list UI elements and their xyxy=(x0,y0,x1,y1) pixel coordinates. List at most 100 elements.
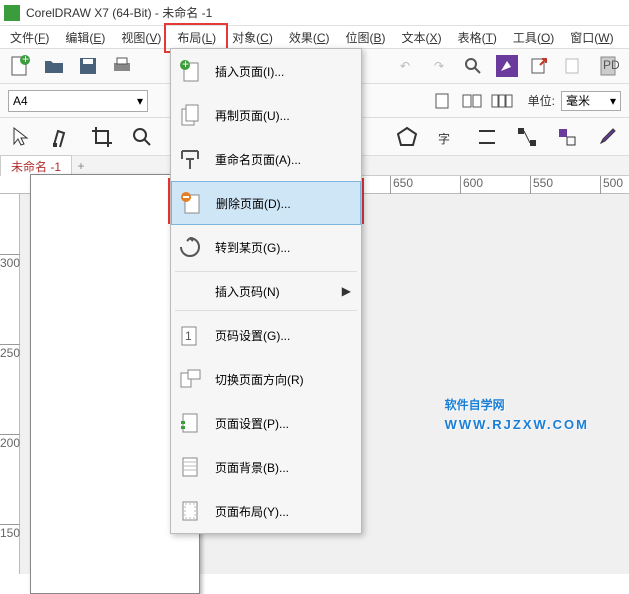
page-plus-icon: + xyxy=(177,58,203,84)
menu-rename-page[interactable]: 重命名页面(A)... xyxy=(171,137,361,181)
ruler-tick: 550 xyxy=(530,176,553,194)
page-goto-icon xyxy=(177,234,203,260)
window-title: CorelDRAW X7 (64-Bit) - 未命名 -1 xyxy=(26,4,212,21)
units-label: 单位: xyxy=(528,92,555,109)
chevron-down-icon: ▾ xyxy=(610,94,616,108)
menu-item-label: 插入页面(I)... xyxy=(215,63,284,80)
watermark-sub: WWW.RJZXW.COM xyxy=(445,417,589,432)
ruler-tick: 200 xyxy=(0,434,20,450)
menu-item-label: 删除页面(D)... xyxy=(216,195,291,212)
new-doc-icon[interactable]: + xyxy=(8,54,32,78)
svg-text:字: 字 xyxy=(438,131,450,146)
menu-page-layout[interactable]: 页面布局(Y)... xyxy=(171,489,361,533)
export-icon[interactable] xyxy=(563,54,587,78)
page-orient-icon xyxy=(177,366,203,392)
menu-edit[interactable]: 编辑(E) xyxy=(57,26,113,48)
menu-view[interactable]: 视图(V) xyxy=(113,26,169,48)
menu-effect[interactable]: 效果(C) xyxy=(281,26,338,48)
menu-insert-page-number[interactable]: 插入页码(N) ▶ xyxy=(171,274,361,308)
page-multi-icon[interactable] xyxy=(460,89,484,113)
menu-tools[interactable]: 工具(O) xyxy=(505,26,562,48)
svg-text:+: + xyxy=(182,59,189,71)
menu-layout[interactable]: 布局(L) xyxy=(169,26,224,48)
svg-text:1: 1 xyxy=(185,329,192,343)
menu-table[interactable]: 表格(T) xyxy=(450,26,505,48)
menu-duplicate-page[interactable]: 再制页面(U)... xyxy=(171,93,361,137)
zoom-tool-icon[interactable] xyxy=(128,123,156,151)
submenu-arrow-icon: ▶ xyxy=(342,284,351,298)
open-icon[interactable] xyxy=(42,54,66,78)
menu-switch-orientation[interactable]: 切换页面方向(R) xyxy=(171,357,361,401)
pick-tool-icon[interactable] xyxy=(8,123,36,151)
menu-bitmap[interactable]: 位图(B) xyxy=(338,26,394,48)
menu-item-label: 切换页面方向(R) xyxy=(215,371,304,388)
crop-tool-icon[interactable] xyxy=(88,123,116,151)
menu-insert-page[interactable]: + 插入页面(I)... xyxy=(171,49,361,93)
eyedropper-tool-icon[interactable] xyxy=(593,123,621,151)
menu-text[interactable]: 文本(X) xyxy=(394,26,450,48)
app-logo-icon xyxy=(4,5,20,21)
vertical-ruler: 300 250 200 150 xyxy=(0,194,20,574)
ruler-tick: 300 xyxy=(0,254,20,270)
shape-tool-icon[interactable] xyxy=(48,123,76,151)
ruler-tick: 250 xyxy=(0,344,20,360)
text-tool-icon[interactable]: 字 xyxy=(433,123,461,151)
page-facing-icon[interactable] xyxy=(490,89,514,113)
redo-icon[interactable]: ↷ xyxy=(427,54,451,78)
page-layout-icon xyxy=(177,498,203,524)
svg-text:+: + xyxy=(22,55,29,66)
menu-delete-page[interactable]: 删除页面(D)... xyxy=(171,181,361,225)
watermark-main: 软件自学网 xyxy=(445,398,505,412)
title-bar: CorelDRAW X7 (64-Bit) - 未命名 -1 xyxy=(0,0,629,26)
pdf-icon[interactable]: PDF xyxy=(597,54,621,78)
interactive-tool-icon[interactable] xyxy=(553,123,581,151)
page-num-icon: 1 xyxy=(177,322,203,348)
menu-item-label: 页码设置(G)... xyxy=(215,327,290,344)
menu-goto-page[interactable]: 转到某页(G)... xyxy=(171,225,361,269)
connector-tool-icon[interactable] xyxy=(513,123,541,151)
menu-file[interactable]: 文件(F) xyxy=(2,26,57,48)
menu-page-setup[interactable]: 页面设置(P)... xyxy=(171,401,361,445)
polygon-tool-icon[interactable] xyxy=(393,123,421,151)
menu-page-background[interactable]: 页面背景(B)... xyxy=(171,445,361,489)
menu-item-label: 再制页面(U)... xyxy=(215,107,290,124)
units-value: 毫米 xyxy=(566,92,590,109)
paper-size-select[interactable]: A4 ▾ xyxy=(8,90,148,112)
page-setup-icon xyxy=(177,410,203,436)
page-bg-icon xyxy=(177,454,203,480)
ruler-tick: 150 xyxy=(0,524,20,540)
search-icon[interactable] xyxy=(461,54,485,78)
page-delete-icon xyxy=(178,190,204,216)
menu-object[interactable]: 对象(C) xyxy=(224,26,281,48)
menu-separator xyxy=(175,271,357,272)
menu-bar: 文件(F) 编辑(E) 视图(V) 布局(L) 对象(C) 效果(C) 位图(B… xyxy=(0,26,629,48)
parallel-dim-icon[interactable] xyxy=(473,123,501,151)
units-select[interactable]: 毫米 ▾ xyxy=(561,91,621,111)
ruler-tick: 500 xyxy=(600,176,623,194)
menu-page-number-settings[interactable]: 1 页码设置(G)... xyxy=(171,313,361,357)
menu-separator xyxy=(175,310,357,311)
menu-item-label: 插入页码(N) xyxy=(215,283,280,300)
menu-item-label: 转到某页(G)... xyxy=(215,239,290,256)
ruler-tick: 600 xyxy=(460,176,483,194)
page-dup-icon xyxy=(177,102,203,128)
menu-item-label: 重命名页面(A)... xyxy=(215,151,301,168)
page-single-icon[interactable] xyxy=(430,89,454,113)
svg-text:PDF: PDF xyxy=(603,58,620,72)
ruler-tick: 650 xyxy=(390,176,413,194)
import-icon[interactable] xyxy=(529,54,553,78)
layout-menu-dropdown: + 插入页面(I)... 再制页面(U)... 重命名页面(A)... 删除页面… xyxy=(170,48,362,534)
chevron-down-icon: ▾ xyxy=(137,94,143,108)
menu-item-label: 页面背景(B)... xyxy=(215,459,289,476)
watermark: 软件自学网 WWW.RJZXW.COM xyxy=(445,380,589,432)
undo-icon[interactable]: ↶ xyxy=(393,54,417,78)
page-rename-icon xyxy=(177,146,203,172)
print-icon[interactable] xyxy=(110,54,134,78)
menu-item-label: 页面布局(Y)... xyxy=(215,503,289,520)
launch-icon[interactable] xyxy=(495,54,519,78)
menu-window[interactable]: 窗口(W) xyxy=(562,26,621,48)
save-icon[interactable] xyxy=(76,54,100,78)
paper-size-value: A4 xyxy=(13,94,28,108)
add-page-button[interactable]: + xyxy=(72,159,90,173)
menu-item-label: 页面设置(P)... xyxy=(215,415,289,432)
